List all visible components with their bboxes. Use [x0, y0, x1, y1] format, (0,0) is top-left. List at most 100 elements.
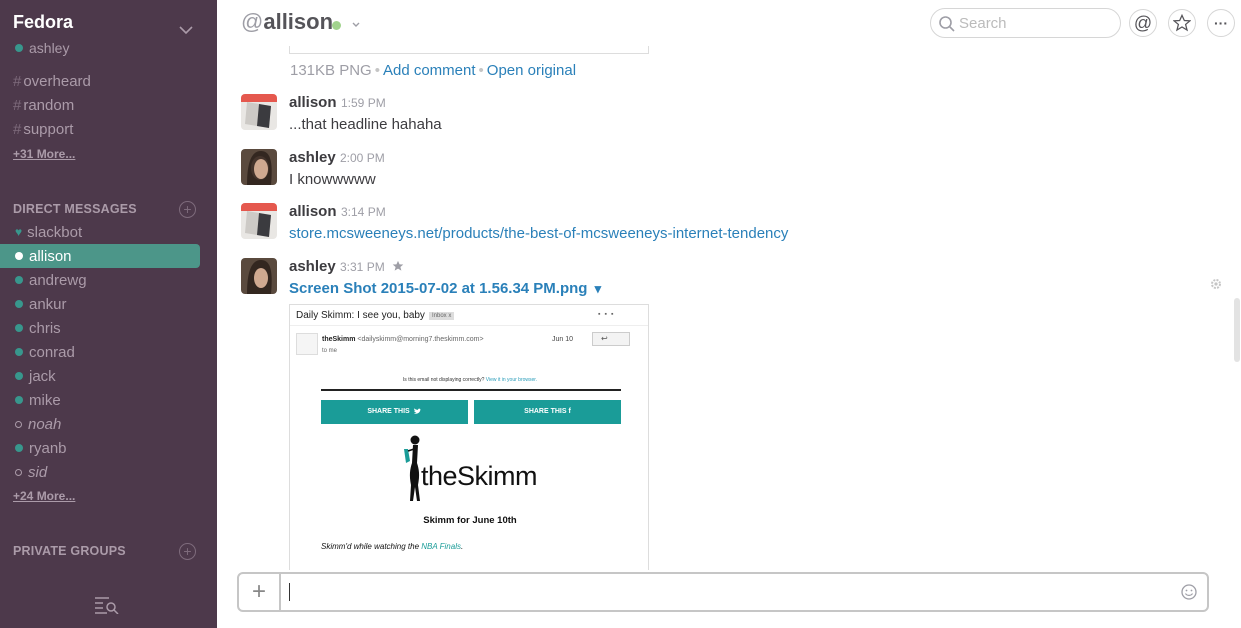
dm-item-ryanb[interactable]: ryanb [0, 436, 200, 460]
channel-item-support[interactable]: # support [13, 119, 73, 141]
email-to: to me [322, 348, 338, 354]
message-list[interactable]: 131KB PNG • Add comment • Open original alli… [217, 46, 1241, 570]
dm-label: allison [29, 247, 72, 265]
skimm-logo-text: theSkimm [421, 461, 538, 491]
avatar-image [241, 149, 277, 185]
message-composer: + [237, 572, 1209, 612]
message-link[interactable]: store.mcsweeneys.net/products/the-best-o… [289, 225, 788, 242]
avatar-allison[interactable] [241, 94, 277, 130]
dm-item-slackbot[interactable]: ♥ slackbot [0, 220, 200, 244]
dm-item-conrad[interactable]: conrad [0, 340, 200, 364]
scrollbar[interactable] [1234, 298, 1240, 362]
channels-more-link[interactable]: +31 More... [13, 147, 75, 161]
presence-online-icon [15, 348, 23, 356]
dm-label: ryanb [29, 439, 67, 457]
dm-label: conrad [29, 343, 75, 361]
dms-more-link[interactable]: +24 More... [13, 489, 75, 503]
at-sign: @ [241, 9, 264, 34]
file-title-link[interactable]: Screen Shot 2015-07-02 at 1.56.34 PM.png… [289, 280, 601, 297]
current-user-name: ashley [29, 40, 70, 56]
presence-online-icon [15, 44, 23, 52]
dm-label: sid [28, 463, 48, 481]
channel-title[interactable]: @allison [241, 9, 333, 35]
add-group-button[interactable]: + [179, 543, 196, 560]
dm-item-mike[interactable]: mike [0, 388, 200, 412]
channel-label: random [23, 97, 75, 114]
add-comment-link[interactable]: Add comment [383, 62, 476, 79]
email-from: theSkimm <dailyskimm@morning7.theskimm.c… [322, 336, 484, 343]
more-actions-button[interactable]: ··· [1207, 9, 1235, 37]
at-icon: @ [1133, 13, 1153, 33]
file-name: Screen Shot 2015-07-02 at 1.56.34 PM.png [289, 280, 588, 297]
quick-switcher-icon[interactable] [95, 596, 119, 614]
presence-away-icon [15, 420, 22, 428]
message-timestamp[interactable]: 3:31 PM [340, 260, 385, 274]
chevron-down-icon[interactable]: ▾ [595, 281, 602, 296]
avatar-ashley[interactable] [241, 149, 277, 185]
message-author[interactable]: ashley [289, 258, 336, 275]
dm-item-andrewg[interactable]: andrewg [0, 268, 200, 292]
share-label: SHARE THIS [367, 408, 410, 415]
message-author[interactable]: allison [289, 94, 337, 111]
message-text: I knowwwww [289, 171, 376, 188]
presence-online-icon [15, 252, 23, 260]
channel-item-overheard[interactable]: # overheard [13, 71, 91, 93]
emoji-icon[interactable] [1181, 584, 1197, 600]
image-preview[interactable]: Daily Skimm: I see you, baby Inbox x ▪▪▪… [289, 304, 649, 570]
dm-item-jack[interactable]: jack [0, 364, 200, 388]
dm-item-chris[interactable]: chris [0, 316, 200, 340]
channel-item-random[interactable]: # random [13, 95, 74, 117]
private-groups-header[interactable]: PRIVATE GROUPS [13, 544, 126, 558]
skimm-headline: Skimm for June 10th [423, 515, 517, 526]
chevron-down-icon[interactable] [351, 20, 361, 30]
notice-link: View it in your browser. [485, 377, 538, 383]
search-input[interactable]: Search [930, 8, 1121, 38]
previous-image-preview[interactable] [289, 46, 649, 54]
ellipsis-icon: ··· [1214, 15, 1228, 31]
dm-item-ankur[interactable]: ankur [0, 292, 200, 316]
message-timestamp[interactable]: 3:14 PM [341, 205, 386, 219]
hash-icon: # [13, 121, 22, 138]
message-author[interactable]: allison [289, 203, 337, 220]
dm-label: noah [28, 415, 62, 433]
team-name[interactable]: Fedora [13, 12, 73, 33]
current-user[interactable]: ashley [15, 40, 69, 56]
gear-icon[interactable] [1210, 278, 1222, 290]
watching-link: NBA Finals [421, 542, 461, 551]
avatar-ashley[interactable] [241, 258, 277, 294]
dm-label: ankur [29, 295, 67, 313]
watching-end: . [460, 542, 464, 551]
hash-icon: # [13, 73, 22, 90]
sender-name: theSkimm [322, 336, 356, 343]
starred-button[interactable] [1168, 9, 1196, 37]
twitter-icon [413, 407, 422, 414]
dm-item-allison[interactable]: allison [0, 244, 200, 268]
message-input[interactable] [289, 583, 1169, 603]
dm-label: jack [29, 367, 56, 385]
attach-file-button[interactable]: + [239, 574, 281, 610]
avatar-image [241, 258, 277, 294]
email-notice: Is this email not displaying correctly? … [290, 377, 648, 383]
search-placeholder: Search [959, 14, 1007, 32]
add-dm-button[interactable]: + [179, 201, 196, 218]
dm-item-noah[interactable]: noah [0, 412, 200, 436]
avatar-allison[interactable] [241, 203, 277, 239]
open-original-link[interactable]: Open original [487, 62, 576, 79]
mentions-button[interactable]: @ [1129, 9, 1157, 37]
chevron-down-icon[interactable] [178, 22, 194, 38]
dm-label: andrewg [29, 271, 87, 289]
hash-icon: # [13, 97, 22, 114]
sidebar: Fedora ashley # overheard # random # suppor… [0, 0, 217, 628]
star-icon[interactable] [392, 260, 404, 272]
dm-label: mike [29, 391, 61, 409]
direct-messages-header[interactable]: DIRECT MESSAGES [13, 202, 137, 216]
message-timestamp[interactable]: 1:59 PM [341, 96, 386, 110]
heart-icon: ♥ [15, 225, 23, 239]
message-author[interactable]: ashley [289, 149, 336, 166]
divider [290, 325, 648, 326]
message-timestamp[interactable]: 2:00 PM [340, 151, 385, 165]
slack-app: Fedora ashley # overheard # random # suppor… [0, 0, 1241, 628]
dm-item-sid[interactable]: sid [0, 460, 200, 484]
presence-online-icon [15, 276, 23, 284]
presence-online-icon [15, 396, 23, 404]
